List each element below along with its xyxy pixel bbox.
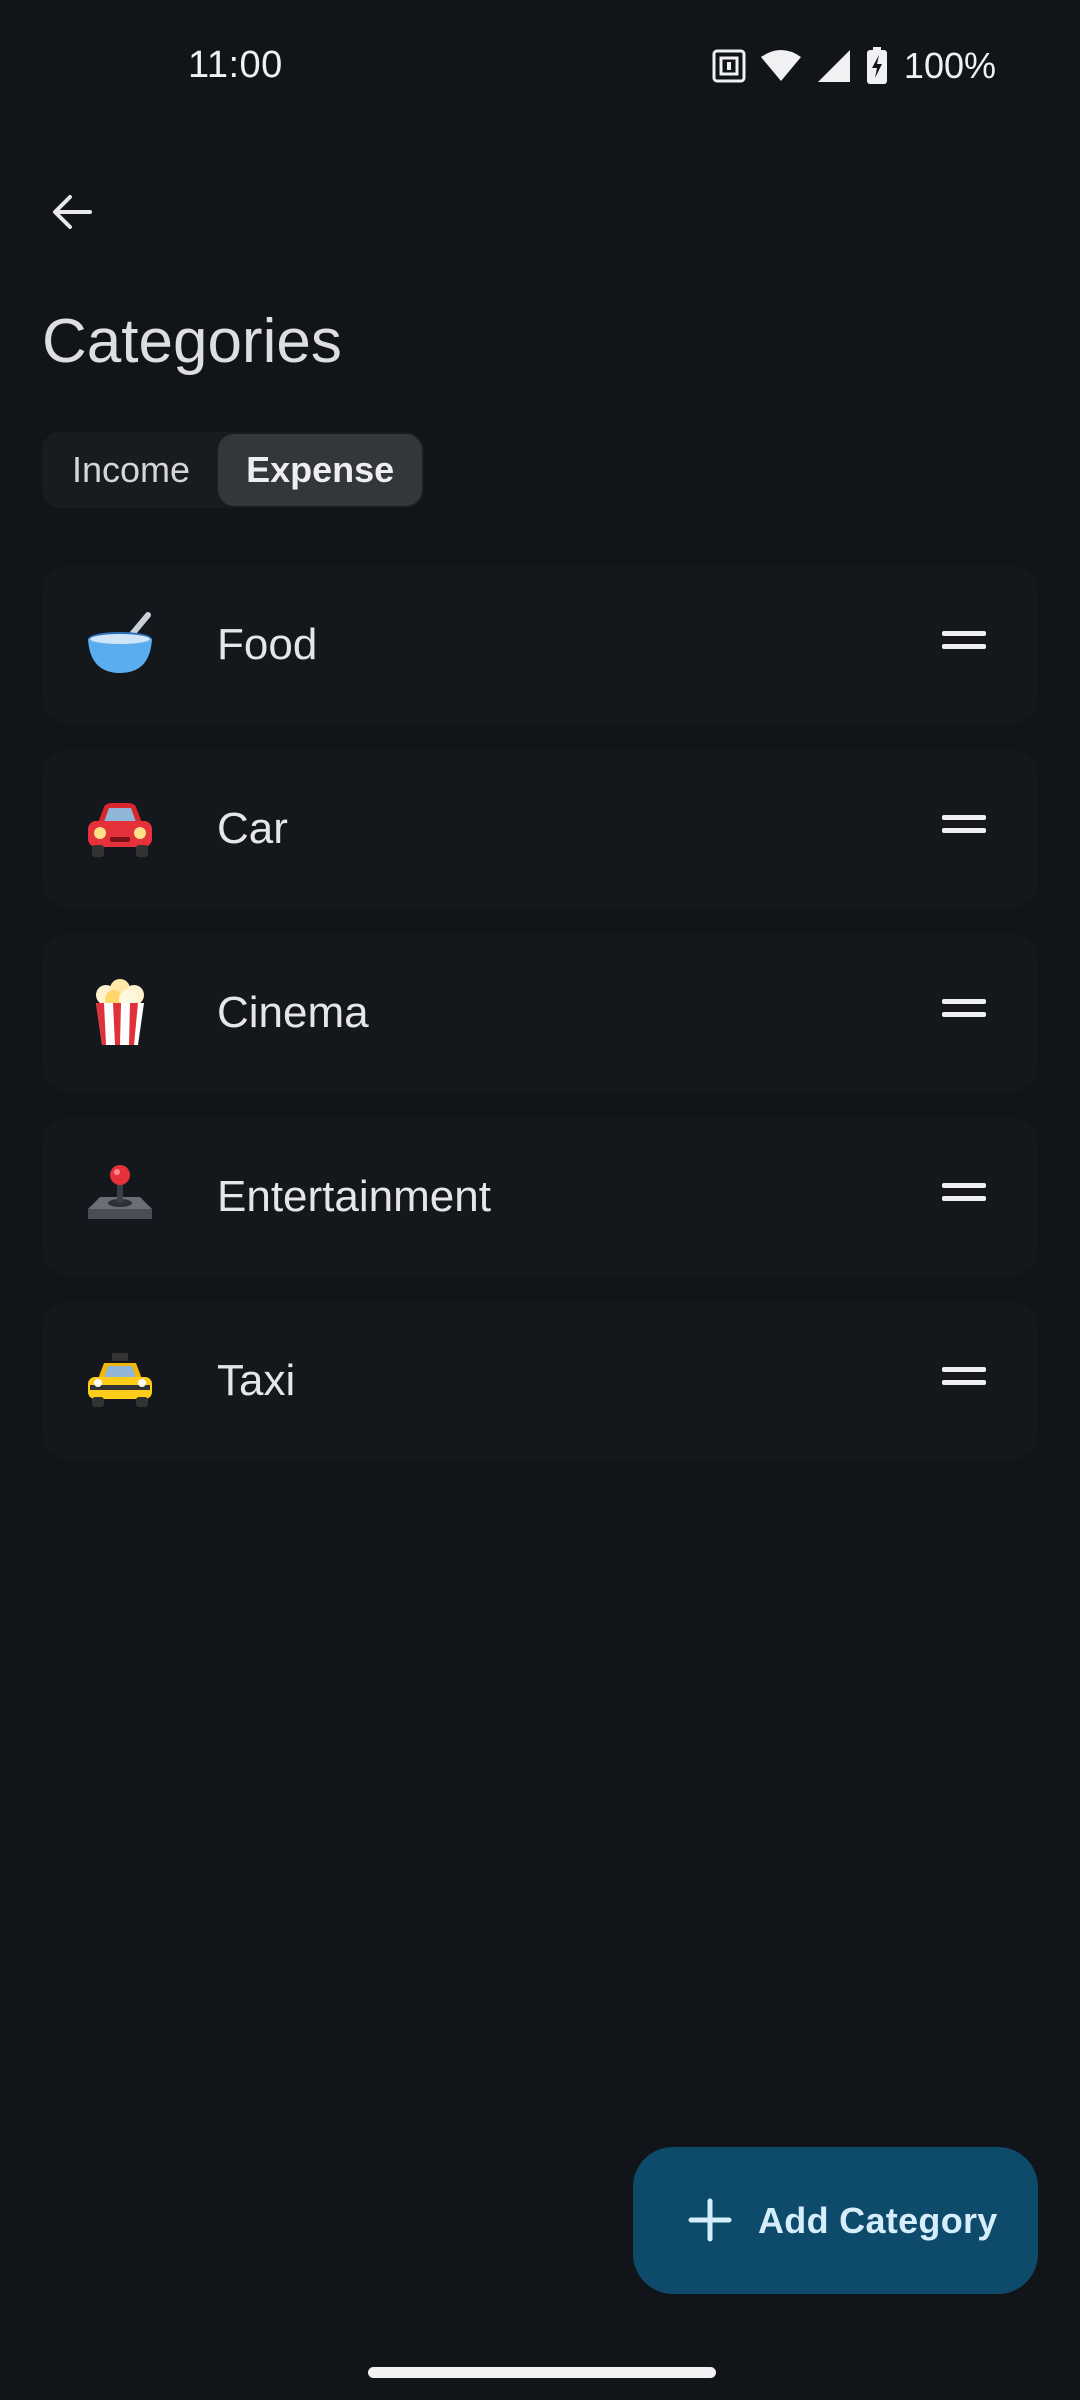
nfc-icon [712,49,746,83]
drag-handle-icon[interactable] [942,1367,986,1395]
category-label: Food [217,620,318,669]
type-segmented-control: Income Expense [42,432,425,508]
popcorn-icon [96,979,144,1045]
taxi-icon [88,1353,152,1407]
add-category-button[interactable]: Add Category [633,2147,1038,2294]
status-icons: 100% [712,45,996,86]
category-item-taxi[interactable]: Taxi [42,1302,1038,1460]
status-bar: 11:00 100% [0,0,1080,130]
home-indicator[interactable] [368,2367,716,2378]
category-label: Entertainment [217,1172,491,1221]
add-category-label: Add Category [758,2199,998,2241]
category-item-food[interactable]: Food [42,566,1038,724]
battery-charging-icon [866,47,887,84]
category-label: Car [217,804,288,853]
cell-signal-icon [817,50,850,82]
category-list: Food Car Cinema Entertainment Taxi [42,566,1038,1486]
car-icon [88,803,152,857]
battery-percentage: 100% [903,45,996,86]
status-time: 11:00 [188,44,283,86]
category-item-cinema[interactable]: Cinema [42,934,1038,1092]
back-button[interactable] [40,180,104,244]
arrow-back-icon [53,195,92,229]
joystick-icon [88,1165,152,1219]
drag-handle-icon[interactable] [942,999,986,1027]
category-label: Cinema [217,988,369,1037]
drag-handle-icon[interactable] [942,631,986,659]
page-title: Categories [42,307,342,376]
bowl-icon [88,612,152,673]
segment-expense[interactable]: Expense [218,434,423,506]
drag-handle-icon[interactable] [942,815,986,843]
categories-screen: 11:00 100% Categories Income Expense Foo… [0,0,1080,2400]
segment-income[interactable]: Income [44,434,218,506]
plus-icon [688,2198,732,2242]
category-item-entertainment[interactable]: Entertainment [42,1118,1038,1276]
drag-handle-icon[interactable] [942,1183,986,1211]
wifi-icon [760,50,801,81]
category-item-car[interactable]: Car [42,750,1038,908]
category-label: Taxi [217,1356,296,1405]
